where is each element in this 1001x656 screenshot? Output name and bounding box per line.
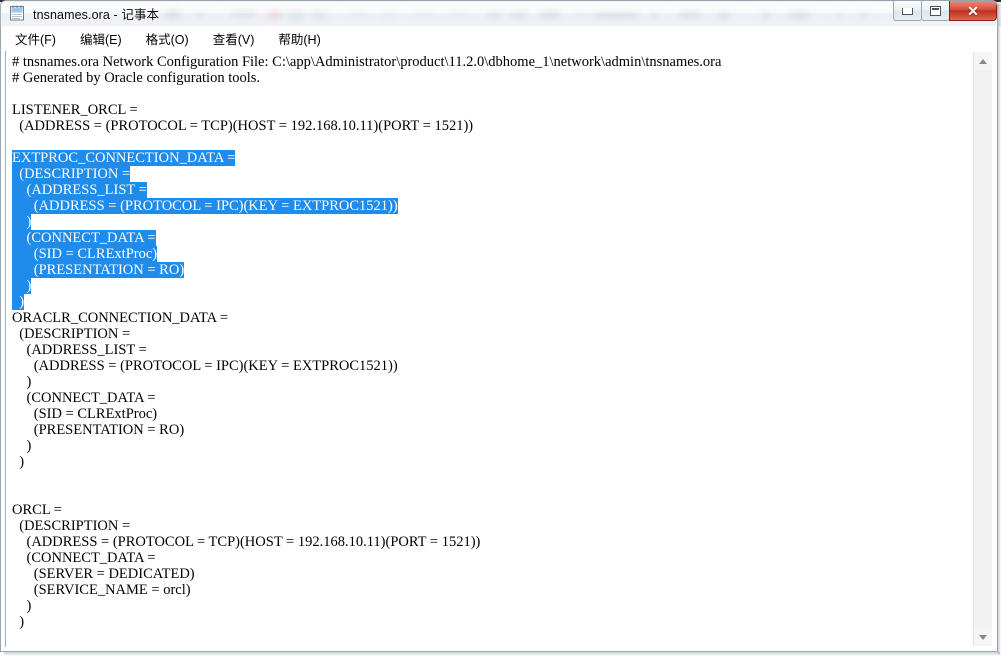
editor-line: (PRESENTATION = RO) (12, 262, 721, 278)
editor-line-text: LISTENER_ORCL = (12, 102, 138, 118)
editor-line-text-selected: (ADDRESS = (PROTOCOL = IPC)(KEY = EXTPRO… (12, 198, 398, 214)
text-editor[interactable]: # tnsnames.ora Network Configuration Fil… (6, 51, 971, 647)
editor-line-text-selected: ) (12, 278, 32, 294)
editor-line: (DESCRIPTION = (12, 166, 721, 182)
editor-line: (SERVICE_NAME = orcl) (12, 582, 721, 598)
editor-line: (DESCRIPTION = (12, 326, 721, 342)
editor-line-text: (SERVER = DEDICATED) (12, 566, 195, 582)
text-editor-content: # tnsnames.ora Network Configuration Fil… (12, 54, 721, 630)
editor-line-text-selected: (PRESENTATION = RO) (12, 262, 185, 278)
close-icon: ✕ (967, 2, 979, 19)
editor-line-text: ) (12, 438, 32, 454)
scrollbar-thumb[interactable] (975, 70, 991, 628)
editor-line: (ADDRESS = (PROTOCOL = TCP)(HOST = 192.1… (12, 534, 721, 550)
close-button[interactable]: ✕ (949, 1, 997, 21)
editor-line: # tnsnames.ora Network Configuration Fil… (12, 54, 721, 70)
editor-line-text: ) (12, 374, 32, 390)
maximize-icon (930, 5, 941, 16)
editor-line-text: ) (12, 454, 25, 470)
editor-line: (PRESENTATION = RO) (12, 422, 721, 438)
scroll-up-button[interactable] (974, 52, 992, 70)
editor-line: (CONNECT_DATA = (12, 390, 721, 406)
editor-line-text: (ADDRESS_LIST = (12, 342, 147, 358)
editor-line-text: (PRESENTATION = RO) (12, 422, 185, 438)
editor-line: ) (12, 374, 721, 390)
minimize-icon (902, 8, 913, 15)
editor-line: ​ (12, 470, 721, 486)
editor-line: ORACLR_CONNECTION_DATA = (12, 310, 721, 326)
editor-line-text: ) (12, 614, 25, 630)
editor-line-text: (ADDRESS = (PROTOCOL = TCP)(HOST = 192.1… (12, 118, 474, 134)
editor-line: (ADDRESS = (PROTOCOL = TCP)(HOST = 192.1… (12, 118, 721, 134)
scroll-down-arrow-icon (979, 634, 987, 640)
editor-line-text-selected: ) (12, 294, 25, 310)
editor-line-text-selected: EXTPROC_CONNECTION_DATA = (12, 150, 236, 166)
editor-line: ) (12, 278, 721, 294)
menu-edit[interactable]: 编辑(E) (78, 27, 124, 50)
editor-line-text: (CONNECT_DATA = (12, 390, 156, 406)
editor-line: ) (12, 454, 721, 470)
window-controls: ✕ (893, 1, 997, 22)
editor-line-text: ) (12, 598, 32, 614)
editor-line-text: (DESCRIPTION = (12, 326, 131, 342)
vertical-scrollbar[interactable] (973, 52, 992, 646)
text-editor-frame: # tnsnames.ora Network Configuration Fil… (5, 51, 993, 647)
notepad-icon (9, 5, 26, 22)
editor-line: # Generated by Oracle configuration tool… (12, 70, 721, 86)
editor-line-text: ORCL = (12, 502, 62, 518)
notepad-window: tnsnames.ora - 记事本 ✕ 文件(F) 编辑(E) 格式(O) 查… (0, 0, 998, 652)
editor-line: (SERVER = DEDICATED) (12, 566, 721, 582)
editor-line: (ADDRESS = (PROTOCOL = IPC)(KEY = EXTPRO… (12, 198, 721, 214)
editor-line: ​ (12, 86, 721, 102)
menu-view[interactable]: 查看(V) (211, 27, 257, 50)
scroll-down-button[interactable] (974, 628, 992, 646)
maximize-button[interactable] (921, 1, 950, 21)
editor-line: ​ (12, 486, 721, 502)
editor-line-text: # tnsnames.ora Network Configuration Fil… (12, 54, 722, 70)
editor-line-text: ORACLR_CONNECTION_DATA = (12, 310, 229, 326)
editor-line: ​ (12, 134, 721, 150)
editor-line: ) (12, 214, 721, 230)
editor-line-text: (ADDRESS = (PROTOCOL = TCP)(HOST = 192.1… (12, 534, 481, 550)
editor-line: ) (12, 614, 721, 630)
editor-line-text-selected: ) (12, 214, 32, 230)
editor-line: ) (12, 438, 721, 454)
editor-line: (ADDRESS = (PROTOCOL = IPC)(KEY = EXTPRO… (12, 358, 721, 374)
editor-line: EXTPROC_CONNECTION_DATA = (12, 150, 721, 166)
editor-line: (SID = CLRExtProc) (12, 246, 721, 262)
editor-line-text: (DESCRIPTION = (12, 518, 131, 534)
minimize-button[interactable] (893, 1, 922, 21)
scroll-up-arrow-icon (979, 58, 987, 64)
editor-line-text-selected: (CONNECT_DATA = (12, 230, 156, 246)
editor-line: (DESCRIPTION = (12, 518, 721, 534)
editor-line: (ADDRESS_LIST = (12, 342, 721, 358)
editor-line-text: (ADDRESS = (PROTOCOL = IPC)(KEY = EXTPRO… (12, 358, 398, 374)
editor-line: ) (12, 294, 721, 310)
window-title: tnsnames.ora - 记事本 (33, 8, 160, 22)
editor-line-text: # Generated by Oracle configuration tool… (12, 70, 261, 86)
window-shadow-bottom (4, 652, 1000, 656)
editor-line: ) (12, 598, 721, 614)
scrollbar-track[interactable] (974, 70, 992, 628)
editor-line-text-selected: (DESCRIPTION = (12, 166, 131, 182)
menu-file[interactable]: 文件(F) (13, 27, 58, 50)
editor-line-text: (SERVICE_NAME = orcl) (12, 582, 191, 598)
editor-line: (ADDRESS_LIST = (12, 182, 721, 198)
menu-bar: 文件(F) 编辑(E) 格式(O) 查看(V) 帮助(H) (0, 26, 998, 51)
title-bar[interactable]: tnsnames.ora - 记事本 ✕ (0, 0, 998, 26)
editor-line-text-selected: (SID = CLRExtProc) (12, 246, 158, 262)
editor-line-text-selected: (ADDRESS_LIST = (12, 182, 147, 198)
editor-line-text: (SID = CLRExtProc) (12, 406, 158, 422)
menu-help[interactable]: 帮助(H) (276, 27, 322, 50)
editor-line: LISTENER_ORCL = (12, 102, 721, 118)
menu-format[interactable]: 格式(O) (144, 27, 191, 50)
editor-line: (SID = CLRExtProc) (12, 406, 721, 422)
client-area: # tnsnames.ora Network Configuration Fil… (0, 51, 998, 652)
editor-line: (CONNECT_DATA = (12, 230, 721, 246)
editor-line: ORCL = (12, 502, 721, 518)
editor-line-text: (CONNECT_DATA = (12, 550, 156, 566)
editor-line: (CONNECT_DATA = (12, 550, 721, 566)
